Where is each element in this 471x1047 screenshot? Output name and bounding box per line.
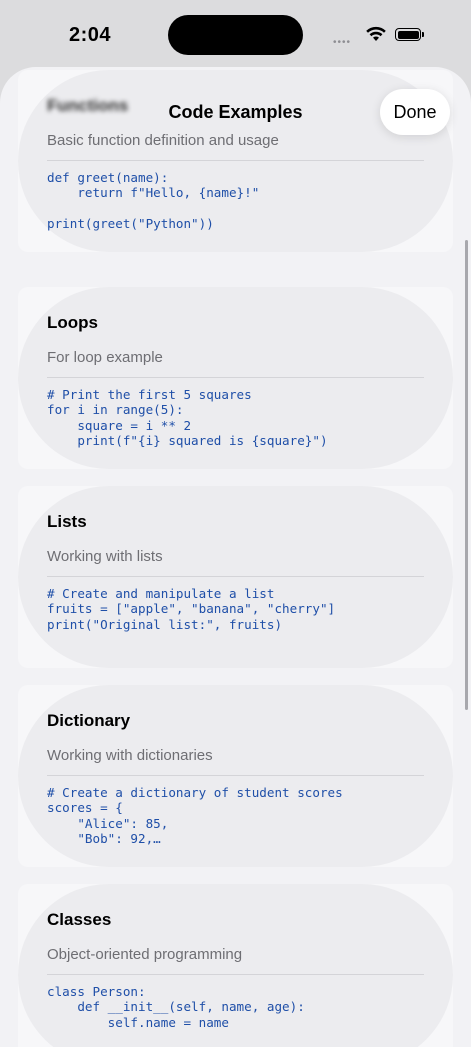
card-divider <box>47 576 424 577</box>
code-snippet: # Create a dictionary of student scores … <box>47 785 343 846</box>
dynamic-island <box>168 15 303 55</box>
battery-icon <box>395 28 421 41</box>
card-description: Working with dictionaries <box>47 747 213 764</box>
code-snippet: # Create and manipulate a list fruits = … <box>47 586 336 632</box>
example-card-dictionary[interactable]: Dictionary Working with dictionaries # C… <box>18 685 453 867</box>
code-snippet: # Print the first 5 squares for i in ran… <box>47 387 328 448</box>
card-description: Working with lists <box>47 548 163 565</box>
scroll-indicator[interactable] <box>465 240 468 710</box>
battery-tip <box>422 32 424 37</box>
card-title: Classes <box>47 910 112 929</box>
example-card-loops[interactable]: Loops For loop example # Print the first… <box>18 287 453 469</box>
card-divider <box>47 974 424 975</box>
status-time: 2:04 <box>69 24 112 46</box>
example-card-lists[interactable]: Lists Working with lists # Create and ma… <box>18 486 453 668</box>
card-title: Lists <box>47 512 87 531</box>
card-divider <box>47 775 424 776</box>
example-card-classes[interactable]: Classes Object-oriented programming clas… <box>18 884 453 1047</box>
cellular-signal-icon: •••• <box>333 37 352 48</box>
card-title: Dictionary <box>47 711 131 730</box>
code-examples-sheet: Code Examples Done Functions Basic funct… <box>0 67 471 1047</box>
card-divider <box>47 377 424 378</box>
status-bar: 2:04 •••• <box>0 0 471 66</box>
card-description: Basic function definition and usage <box>47 132 279 149</box>
card-divider <box>47 160 424 161</box>
done-button[interactable]: Done <box>380 89 450 135</box>
code-snippet: def greet(name): return f"Hello, {name}!… <box>47 170 260 231</box>
card-description: Object-oriented programming <box>47 946 243 963</box>
card-title: Loops <box>47 313 98 332</box>
card-description: For loop example <box>47 349 163 366</box>
code-snippet: class Person: def __init__(self, name, a… <box>47 984 305 1030</box>
wifi-icon <box>366 26 386 41</box>
